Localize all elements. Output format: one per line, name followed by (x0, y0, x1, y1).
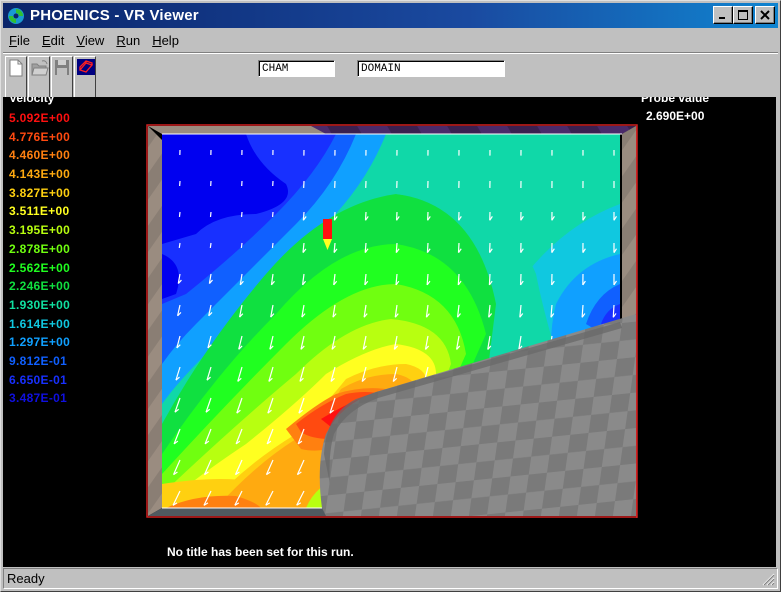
bottom-floor (148, 508, 346, 516)
legend-item: 3.827E+00 (9, 185, 71, 200)
domain-field[interactable]: DOMAIN (357, 60, 505, 77)
legend-item: 3.511E+00 (9, 204, 70, 219)
maximize-button[interactable] (733, 6, 753, 24)
legend-item: 2.562E+00 (9, 260, 71, 275)
legend-item: 1.614E+00 (9, 316, 71, 331)
velocity-arrow (178, 242, 181, 249)
phoenics-logo-icon (7, 7, 25, 25)
close-icon (760, 10, 770, 20)
run-title: No title has been set for this run. (167, 545, 354, 559)
legend-item: 2.246E+00 (9, 279, 71, 294)
cham-field[interactable]: CHAM (258, 60, 335, 77)
probe-value: 2.690E+00 (646, 109, 705, 123)
velocity-arrow (209, 242, 212, 249)
minimize-button[interactable] (713, 6, 733, 24)
menu-view[interactable]: View (70, 33, 110, 48)
new-document-icon (9, 59, 23, 77)
vr-viewport[interactable]: Velocity 5.092E+00 4.776E+00 4.460E+00 4.14… (3, 97, 776, 567)
wireframe-object-icon (77, 59, 95, 75)
window-title: PHOENICS - VR Viewer (30, 7, 199, 24)
right-wall (622, 126, 636, 322)
status-bar: Ready (3, 568, 778, 589)
vr-object-button[interactable] (74, 56, 96, 98)
menu-file[interactable]: File (3, 33, 36, 48)
legend-item: 1.930E+00 (9, 297, 71, 312)
app-window: PHOENICS - VR Viewer File Edit View Run … (0, 0, 781, 592)
legend-item: 4.143E+00 (9, 167, 71, 182)
legend-item: 9.812E-01 (9, 353, 68, 368)
resize-grip-icon[interactable] (761, 572, 775, 586)
legend-item: 6.650E-01 (9, 372, 68, 387)
legend-item: 3.487E-01 (9, 391, 68, 406)
maximize-icon (738, 10, 748, 20)
legend-item: 3.195E+00 (9, 223, 71, 238)
status-text: Ready (7, 571, 45, 586)
legend-item: 4.776E+00 (9, 129, 71, 144)
menu-separator (3, 52, 778, 54)
close-button[interactable] (755, 6, 775, 24)
velocity-arrow (240, 242, 243, 249)
toolbar: CHAM DOMAIN (3, 55, 778, 98)
legend-item: 1.297E+00 (9, 335, 71, 350)
menu-help[interactable]: Help (146, 33, 185, 48)
velocity-arrow (178, 211, 181, 218)
left-wall (148, 126, 162, 516)
save-file-button[interactable] (51, 56, 73, 98)
menu-run[interactable]: Run (110, 33, 146, 48)
open-file-button[interactable] (28, 56, 50, 98)
velocity-arrow (271, 242, 274, 249)
legend-item: 5.092E+00 (9, 111, 71, 125)
velocity-legend: 5.092E+00 4.776E+00 4.460E+00 4.143E+00 3.82… (9, 109, 70, 408)
probe-label: Probe value (641, 97, 710, 105)
title-bar[interactable]: PHOENICS - VR Viewer (3, 3, 778, 28)
legend-item: 2.878E+00 (9, 241, 71, 256)
velocity-contour-scene[interactable] (146, 124, 638, 518)
minimize-icon (719, 17, 725, 19)
legend-title: Velocity (9, 97, 55, 105)
legend-item: 4.460E+00 (9, 148, 71, 163)
open-folder-icon (31, 60, 49, 76)
menu-bar: File Edit View Run Help (3, 30, 185, 50)
new-file-button[interactable] (5, 56, 27, 98)
floppy-disk-icon (55, 60, 69, 75)
menu-edit[interactable]: Edit (36, 33, 70, 48)
